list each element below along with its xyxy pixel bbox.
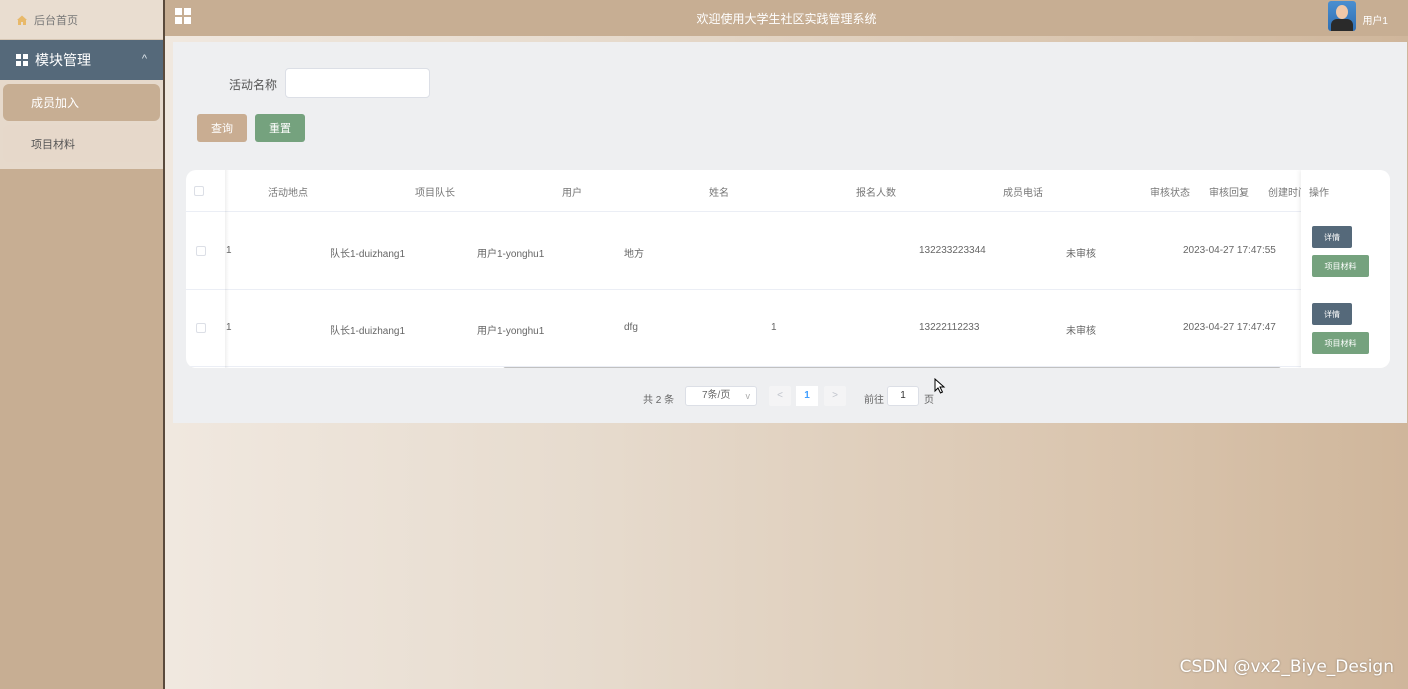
column-header: 活动地点 [268, 188, 308, 199]
chevron-up-icon: ^ [141, 53, 147, 65]
sidebar-home[interactable]: 后台首页 [0, 0, 163, 40]
top-header: 欢迎使用大学生社区实践管理系统 用户1 [165, 0, 1408, 36]
chevron-down-icon: v [745, 391, 751, 401]
cell-phone: 132233223344 [919, 245, 986, 256]
cell-status: 未审核 [1066, 249, 1096, 260]
table-row: 1 队长1-duizhang1 用户1-yonghu1 地方 132233223… [186, 213, 1390, 290]
main-content: 活动名称 查询 重置 活动地点 项目队长 用户 姓名 报名人数 成员电话 审核状… [173, 42, 1407, 423]
column-header: 用户 [562, 188, 582, 199]
module-grid-icon [16, 54, 28, 66]
next-page-button[interactable]: > [824, 386, 846, 406]
page-title: 欢迎使用大学生社区实践管理系统 [696, 12, 877, 26]
column-header: 审核回复 [1209, 188, 1249, 199]
row-checkbox[interactable] [196, 246, 206, 256]
horizontal-scrollbar[interactable] [503, 367, 1281, 368]
select-all-checkbox[interactable] [194, 186, 204, 196]
cell-phone: 13222112233 [919, 322, 980, 333]
cell-user: 用户1-yonghu1 [477, 249, 545, 260]
sidebar: 后台首页 模块管理 ^ 成员加入 项目材料 [0, 0, 165, 689]
cell-captain: 队长1-duizhang1 [330, 326, 406, 337]
cell-name: 地方 [624, 249, 644, 260]
data-table: 活动地点 项目队长 用户 姓名 报名人数 成员电话 审核状态 审核回复 创建时间… [186, 170, 1390, 368]
mouse-cursor-icon [934, 378, 946, 394]
column-header: 操作 [1309, 188, 1329, 199]
project-material-button[interactable]: 项目材料 [1312, 255, 1369, 277]
home-icon [17, 15, 27, 25]
cell-created: 2023-04-27 17:47:47 [1183, 322, 1276, 333]
page-size-value: 7条/页 [702, 390, 731, 401]
table-header: 活动地点 项目队长 用户 姓名 报名人数 成员电话 审核状态 审核回复 创建时间 [186, 170, 1390, 212]
cell-status: 未审核 [1066, 326, 1096, 337]
column-header: 创建时间 [1268, 188, 1302, 199]
cell-name: dfg [624, 322, 638, 333]
prev-page-button[interactable]: < [769, 386, 791, 406]
sidebar-item-project-material[interactable]: 项目材料 [3, 125, 160, 162]
row-checkbox[interactable] [196, 323, 206, 333]
cell-created: 2023-04-27 17:47:55 [1183, 245, 1276, 256]
reset-button[interactable]: 重置 [255, 114, 305, 142]
watermark: CSDN @vx2_Biye_Design [1179, 657, 1394, 677]
page-size-select[interactable]: 7条/页 v [685, 386, 757, 406]
table-row: 1 队长1-duizhang1 用户1-yonghu1 dfg 1 132221… [186, 290, 1390, 367]
goto-page-input[interactable]: 1 [887, 386, 919, 406]
sidebar-module-toggle[interactable]: 模块管理 ^ [0, 40, 163, 80]
detail-button[interactable]: 详情 [1312, 226, 1352, 248]
page-suffix-label: 页 [924, 395, 934, 406]
sidebar-item-member-join[interactable]: 成员加入 [3, 84, 160, 121]
username-label[interactable]: 用户1 [1362, 12, 1388, 27]
search-label: 活动名称 [229, 78, 278, 92]
sidebar-item-label: 项目材料 [31, 138, 75, 151]
column-header: 成员电话 [1003, 188, 1043, 199]
column-header: 姓名 [709, 188, 729, 199]
query-button[interactable]: 查询 [197, 114, 247, 142]
fixed-column-shadow [225, 170, 229, 368]
column-header: 审核状态 [1150, 188, 1190, 199]
operation-column: 操作 详情 项目材料 详情 项目材料 [1301, 170, 1390, 368]
project-material-button[interactable]: 项目材料 [1312, 332, 1369, 354]
avatar[interactable] [1328, 1, 1356, 31]
sidebar-home-label: 后台首页 [34, 14, 78, 27]
pagination-total: 共 2 条 [643, 395, 675, 406]
activity-name-input[interactable] [285, 68, 430, 98]
sidebar-module-label: 模块管理 [35, 52, 91, 68]
column-header: 报名人数 [856, 188, 896, 199]
cell-captain: 队长1-duizhang1 [330, 249, 406, 260]
goto-label: 前往 [864, 395, 884, 406]
column-header: 项目队长 [415, 188, 455, 199]
detail-button[interactable]: 详情 [1312, 303, 1352, 325]
page-number-current[interactable]: 1 [796, 386, 818, 406]
sidebar-item-label: 成员加入 [31, 96, 80, 110]
sidebar-submenu: 成员加入 项目材料 [0, 80, 163, 169]
cell-user: 用户1-yonghu1 [477, 326, 545, 337]
cell-count: 1 [771, 322, 777, 333]
